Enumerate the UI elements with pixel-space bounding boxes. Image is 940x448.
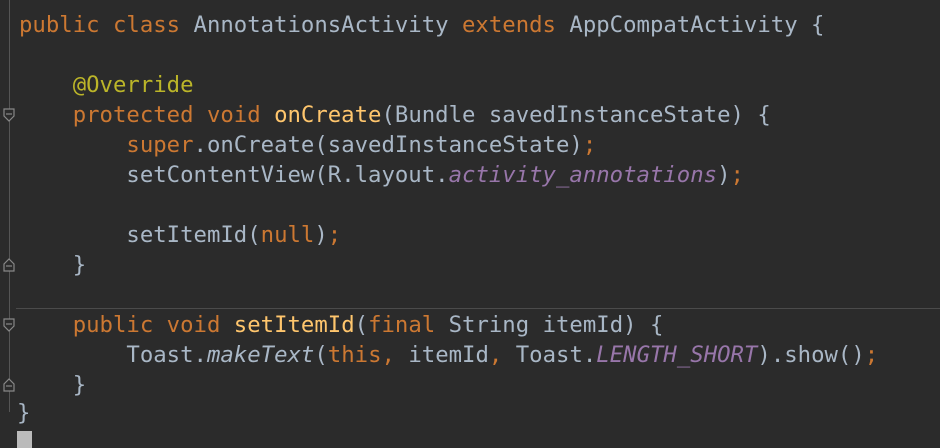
code-line-set-item-id-declaration[interactable]: public void setItemId(final String itemI… bbox=[19, 310, 664, 340]
class-name: AnnotationsActivity bbox=[193, 12, 462, 38]
paren: ( bbox=[354, 312, 369, 338]
fold-end-icon[interactable] bbox=[2, 258, 16, 272]
code-line-set-content-view[interactable]: setContentView(R.layout.activity_annotat… bbox=[19, 160, 744, 190]
semicolon: ; bbox=[327, 222, 342, 248]
comma: , bbox=[488, 342, 516, 368]
code-line-class-close-brace[interactable]: } bbox=[0, 398, 30, 428]
text-caret bbox=[17, 431, 32, 448]
code-line-close-brace[interactable]: } bbox=[19, 370, 86, 400]
code-line-super-call[interactable]: super.onCreate(savedInstanceState); bbox=[19, 130, 596, 160]
keyword: final bbox=[368, 312, 449, 338]
code-line-set-item-id-call[interactable]: setItemId(null); bbox=[19, 220, 341, 250]
paren: ) bbox=[717, 162, 731, 188]
method-call: .onCreate(savedInstanceState) bbox=[193, 132, 583, 158]
keyword: public void bbox=[72, 312, 234, 338]
method-separator bbox=[16, 308, 940, 309]
keyword: super bbox=[126, 132, 194, 158]
code-line-toast[interactable]: Toast.makeText(this, itemId, Toast.LENGT… bbox=[19, 340, 878, 370]
fold-end-icon[interactable] bbox=[2, 378, 16, 392]
code-line-close-brace[interactable]: } bbox=[19, 250, 86, 280]
keyword: public class bbox=[19, 12, 194, 38]
code-line-class-declaration[interactable]: public class AnnotationsActivity extends… bbox=[19, 10, 824, 40]
class-ref: Toast. bbox=[515, 342, 597, 368]
brace: } bbox=[17, 400, 31, 426]
brace: } bbox=[72, 372, 87, 398]
code-line-oncreate-declaration[interactable]: protected void onCreate(Bundle savedInst… bbox=[19, 100, 771, 130]
editor-gutter bbox=[0, 0, 16, 448]
gutter-divider bbox=[9, 0, 10, 412]
semicolon: ; bbox=[730, 162, 744, 188]
keyword: extends bbox=[462, 12, 570, 38]
code-line-annotation[interactable]: @Override bbox=[19, 70, 194, 100]
fold-marker-icon[interactable] bbox=[2, 108, 16, 122]
method-name: setItemId bbox=[233, 312, 355, 338]
method-call: ).show() bbox=[757, 342, 865, 368]
static-field: activity_annotations bbox=[448, 162, 718, 188]
keyword: null bbox=[260, 222, 315, 248]
parameters: (Bundle savedInstanceState) { bbox=[381, 102, 771, 128]
class-ref: Toast. bbox=[126, 342, 207, 368]
keyword: protected void bbox=[72, 102, 275, 128]
static-method: makeText bbox=[206, 342, 315, 368]
paren: ( bbox=[314, 342, 328, 368]
superclass-name: AppCompatActivity { bbox=[569, 12, 825, 38]
semicolon: ; bbox=[582, 132, 597, 158]
method-name: onCreate bbox=[274, 102, 382, 128]
semicolon: ; bbox=[864, 342, 879, 368]
parameters: String itemId) { bbox=[448, 312, 664, 338]
method-call: setContentView(R.layout. bbox=[126, 162, 449, 188]
static-field: LENGTH_SHORT bbox=[596, 342, 758, 368]
code-editor[interactable]: public class AnnotationsActivity extends… bbox=[0, 0, 940, 448]
keyword: this, bbox=[327, 342, 409, 368]
paren: ) bbox=[314, 222, 328, 248]
annotation: @Override bbox=[72, 72, 194, 98]
fold-marker-icon[interactable] bbox=[2, 318, 16, 332]
argument: itemId bbox=[408, 342, 489, 368]
brace: } bbox=[72, 252, 87, 278]
method-call: setItemId( bbox=[126, 222, 261, 248]
